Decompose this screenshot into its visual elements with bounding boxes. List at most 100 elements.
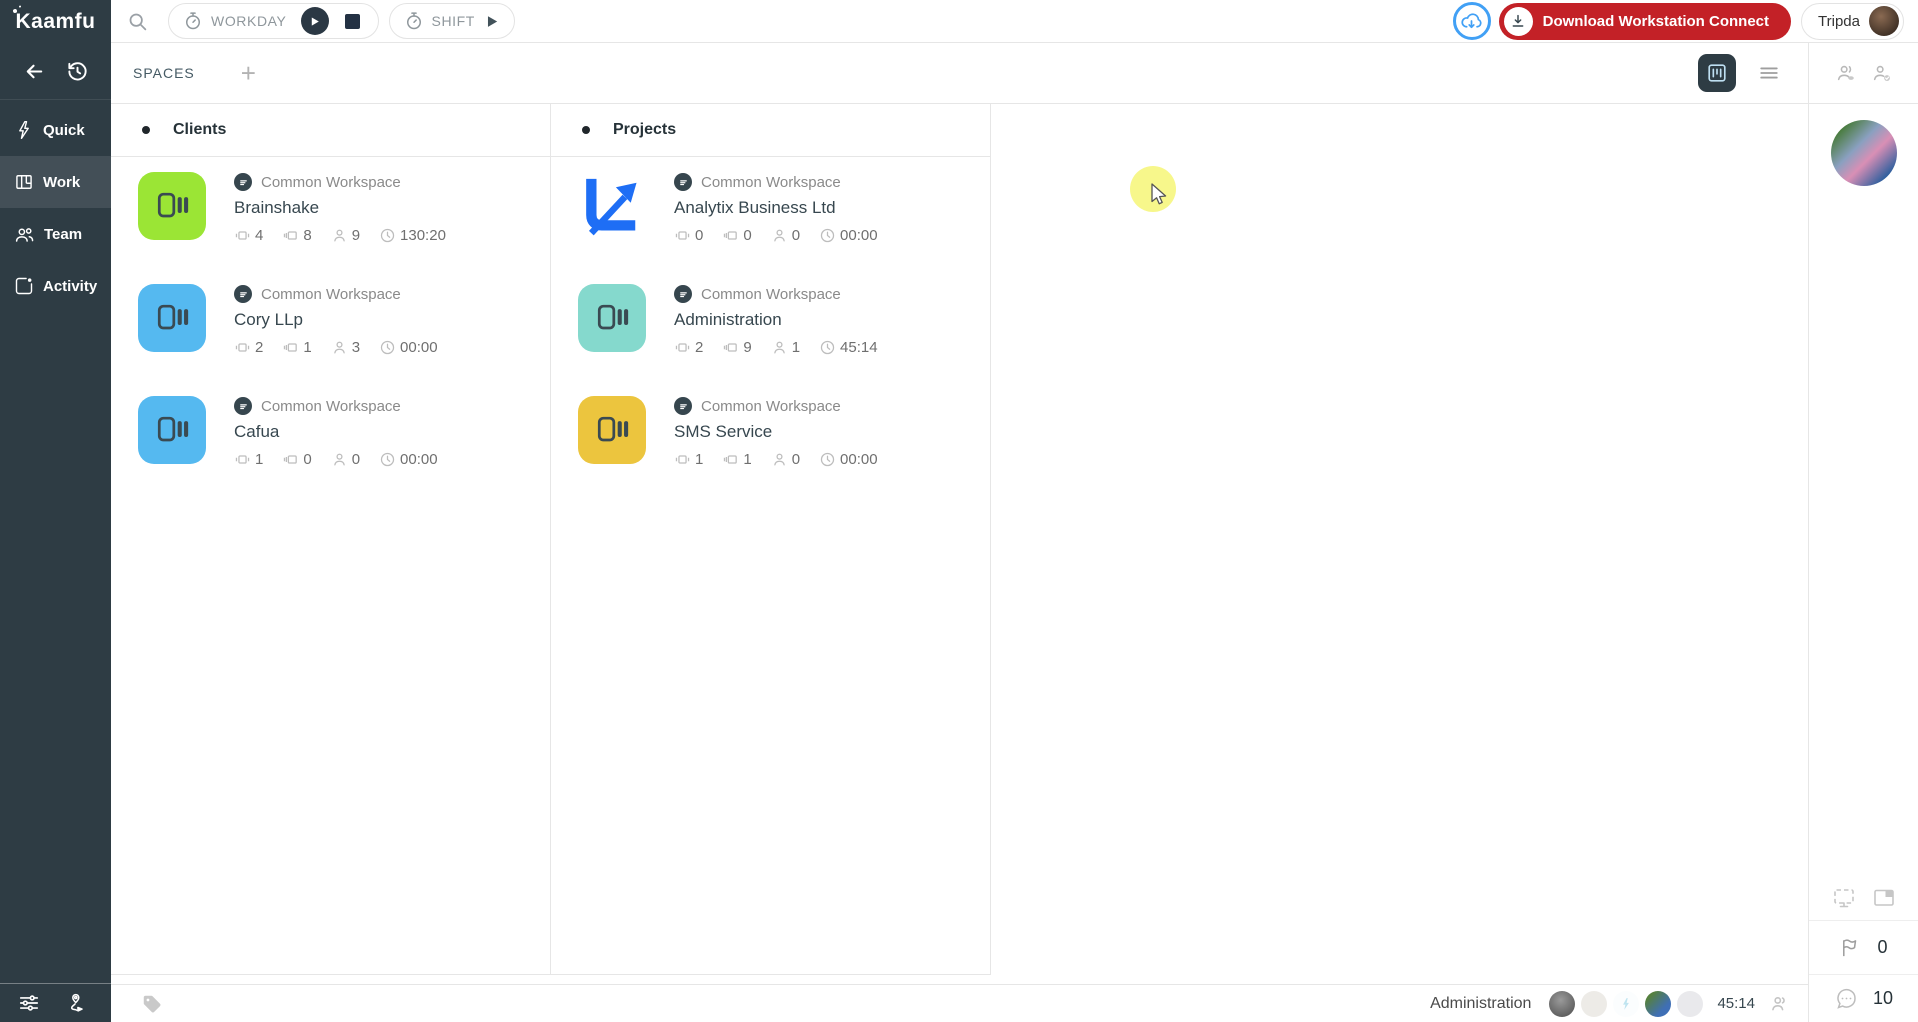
person-voice-icon[interactable] — [1835, 62, 1857, 84]
stat-boards: 1 — [722, 451, 752, 468]
workspace-card-title[interactable]: Cafua — [234, 422, 438, 442]
workday-play-button[interactable] — [300, 7, 329, 35]
stat-members: 3 — [331, 339, 360, 356]
member-avatar[interactable] — [1677, 990, 1704, 1017]
stat-boards: 0 — [722, 227, 752, 244]
workspace-tile[interactable] — [138, 284, 206, 352]
route-location-icon[interactable] — [64, 992, 87, 1015]
workspace-card-brainshake[interactable]: Common Workspace Brainshake 4 8 9 130:20 — [138, 172, 550, 244]
sidebar-item-label: Quick — [43, 121, 85, 139]
tag-icon[interactable] — [141, 993, 163, 1015]
workspace-card-title[interactable]: SMS Service — [674, 422, 878, 442]
stack-icon — [284, 455, 298, 464]
member-avatar[interactable] — [1645, 990, 1672, 1017]
panel-user-avatar[interactable] — [1830, 120, 1897, 186]
team-icon — [14, 224, 35, 245]
history-icon[interactable] — [66, 60, 89, 83]
workspace-card-title[interactable]: Brainshake — [234, 198, 446, 218]
workspace-card-administration[interactable]: Common Workspace Administration 2 9 1 45… — [578, 284, 990, 356]
kanban-view-button[interactable] — [1698, 54, 1736, 92]
workspace-card-analytix[interactable]: Common Workspace Analytix Business Ltd 0… — [578, 172, 990, 244]
screen-share-icon[interactable] — [1832, 886, 1856, 910]
workspace-type-label: Common Workspace — [261, 397, 401, 415]
member-avatars[interactable] — [1549, 990, 1704, 1017]
workspace-tile[interactable] — [578, 284, 646, 352]
member-avatar[interactable] — [1581, 990, 1608, 1017]
spaces-toolbar: SPACES + — [111, 43, 1808, 104]
stack-icon — [284, 231, 298, 240]
clock-icon — [380, 452, 395, 467]
list-view-button[interactable] — [1758, 62, 1780, 84]
common-workspace-badge-icon — [234, 285, 252, 303]
stat-boards: 0 — [282, 451, 312, 468]
filters-sliders-icon[interactable] — [18, 992, 40, 1014]
active-workspace-label[interactable]: Administration — [1430, 995, 1531, 1013]
member-avatar-lightning[interactable] — [1613, 990, 1640, 1017]
stat-boards: 9 — [722, 339, 752, 356]
workspace-card-cafua[interactable]: Common Workspace Cafua 1 0 0 00:00 — [138, 396, 550, 468]
workspace-card-title[interactable]: Analytix Business Ltd — [674, 198, 878, 218]
workspace-tile[interactable] — [138, 396, 206, 464]
workspace-glyph-icon — [597, 304, 629, 330]
sidebar-footer — [0, 983, 111, 1022]
sidebar-item-activity[interactable]: Activity — [0, 260, 111, 312]
common-workspace-badge-icon — [234, 397, 252, 415]
sidebar-item-team[interactable]: Team — [0, 208, 111, 260]
workspace-type-label: Common Workspace — [261, 285, 401, 303]
carousel-icon — [235, 455, 250, 464]
column-title: Projects — [613, 121, 677, 138]
lightning-icon — [14, 120, 34, 140]
stat-screens: 2 — [234, 339, 263, 356]
back-arrow-icon[interactable] — [23, 60, 46, 83]
person-check-icon[interactable] — [1871, 62, 1893, 84]
topbar: WORKDAY SHIFT Download Workstation Conne… — [111, 0, 1918, 43]
spaces-tab[interactable]: SPACES — [133, 65, 195, 81]
person-icon — [773, 229, 785, 242]
app-logo[interactable]: Kaamfu — [0, 0, 111, 43]
search-icon[interactable] — [127, 11, 148, 32]
window-icon[interactable] — [1872, 886, 1896, 910]
stopwatch-icon — [404, 11, 424, 31]
session-timer: 45:14 — [1717, 995, 1755, 1012]
common-workspace-badge-icon — [674, 397, 692, 415]
workday-stop-button[interactable] — [344, 13, 360, 29]
workspace-card-cory-llp[interactable]: Common Workspace Cory LLp 2 1 3 00:00 — [138, 284, 550, 356]
workspace-tile[interactable] — [138, 172, 206, 240]
workspace-glyph-icon — [157, 304, 189, 330]
workspace-card-title[interactable]: Cory LLp — [234, 310, 438, 330]
chat-counter[interactable]: 10 — [1809, 975, 1918, 1022]
chat-bubble-icon — [1834, 987, 1858, 1011]
workspace-tile[interactable] — [578, 396, 646, 464]
column-bullet-icon — [582, 126, 590, 134]
carousel-icon — [675, 455, 690, 464]
stopwatch-icon — [183, 11, 203, 31]
app-root: Kaamfu Quick Work Team Activity WORKDAY … — [0, 0, 1918, 1022]
sidebar-item-work[interactable]: Work — [0, 156, 111, 208]
shift-play-button[interactable] — [483, 13, 500, 30]
column-projects: Projects Common Workspace Analytix Busin… — [551, 104, 991, 975]
workspace-tile[interactable] — [578, 172, 646, 240]
clock-icon — [380, 228, 395, 243]
analytix-chart-logo — [586, 178, 637, 236]
flags-counter[interactable]: 0 — [1809, 921, 1918, 974]
workspace-card-sms-service[interactable]: Common Workspace SMS Service 1 1 0 00:00 — [578, 396, 990, 468]
download-workstation-button[interactable]: Download Workstation Connect — [1498, 2, 1792, 40]
column-bullet-icon — [142, 126, 150, 134]
stat-time: 00:00 — [379, 339, 438, 356]
workspace-card-title[interactable]: Administration — [674, 310, 878, 330]
activity-icon — [14, 276, 34, 296]
sidebar-item-label: Team — [44, 225, 83, 243]
logo-text: Kaamfu — [15, 9, 96, 33]
stack-icon — [284, 343, 298, 352]
person-icon — [333, 341, 345, 354]
stack-icon — [724, 343, 738, 352]
cloud-sync-button[interactable] — [1452, 2, 1491, 40]
mouse-cursor — [1147, 182, 1171, 211]
sidebar-item-quick[interactable]: Quick — [0, 104, 111, 156]
members-icon[interactable] — [1769, 993, 1790, 1014]
add-space-button[interactable]: + — [241, 60, 256, 86]
member-avatar[interactable] — [1549, 990, 1576, 1017]
workspace-glyph-icon — [157, 192, 189, 218]
user-menu[interactable]: Tripda — [1801, 2, 1904, 40]
carousel-icon — [675, 343, 690, 352]
